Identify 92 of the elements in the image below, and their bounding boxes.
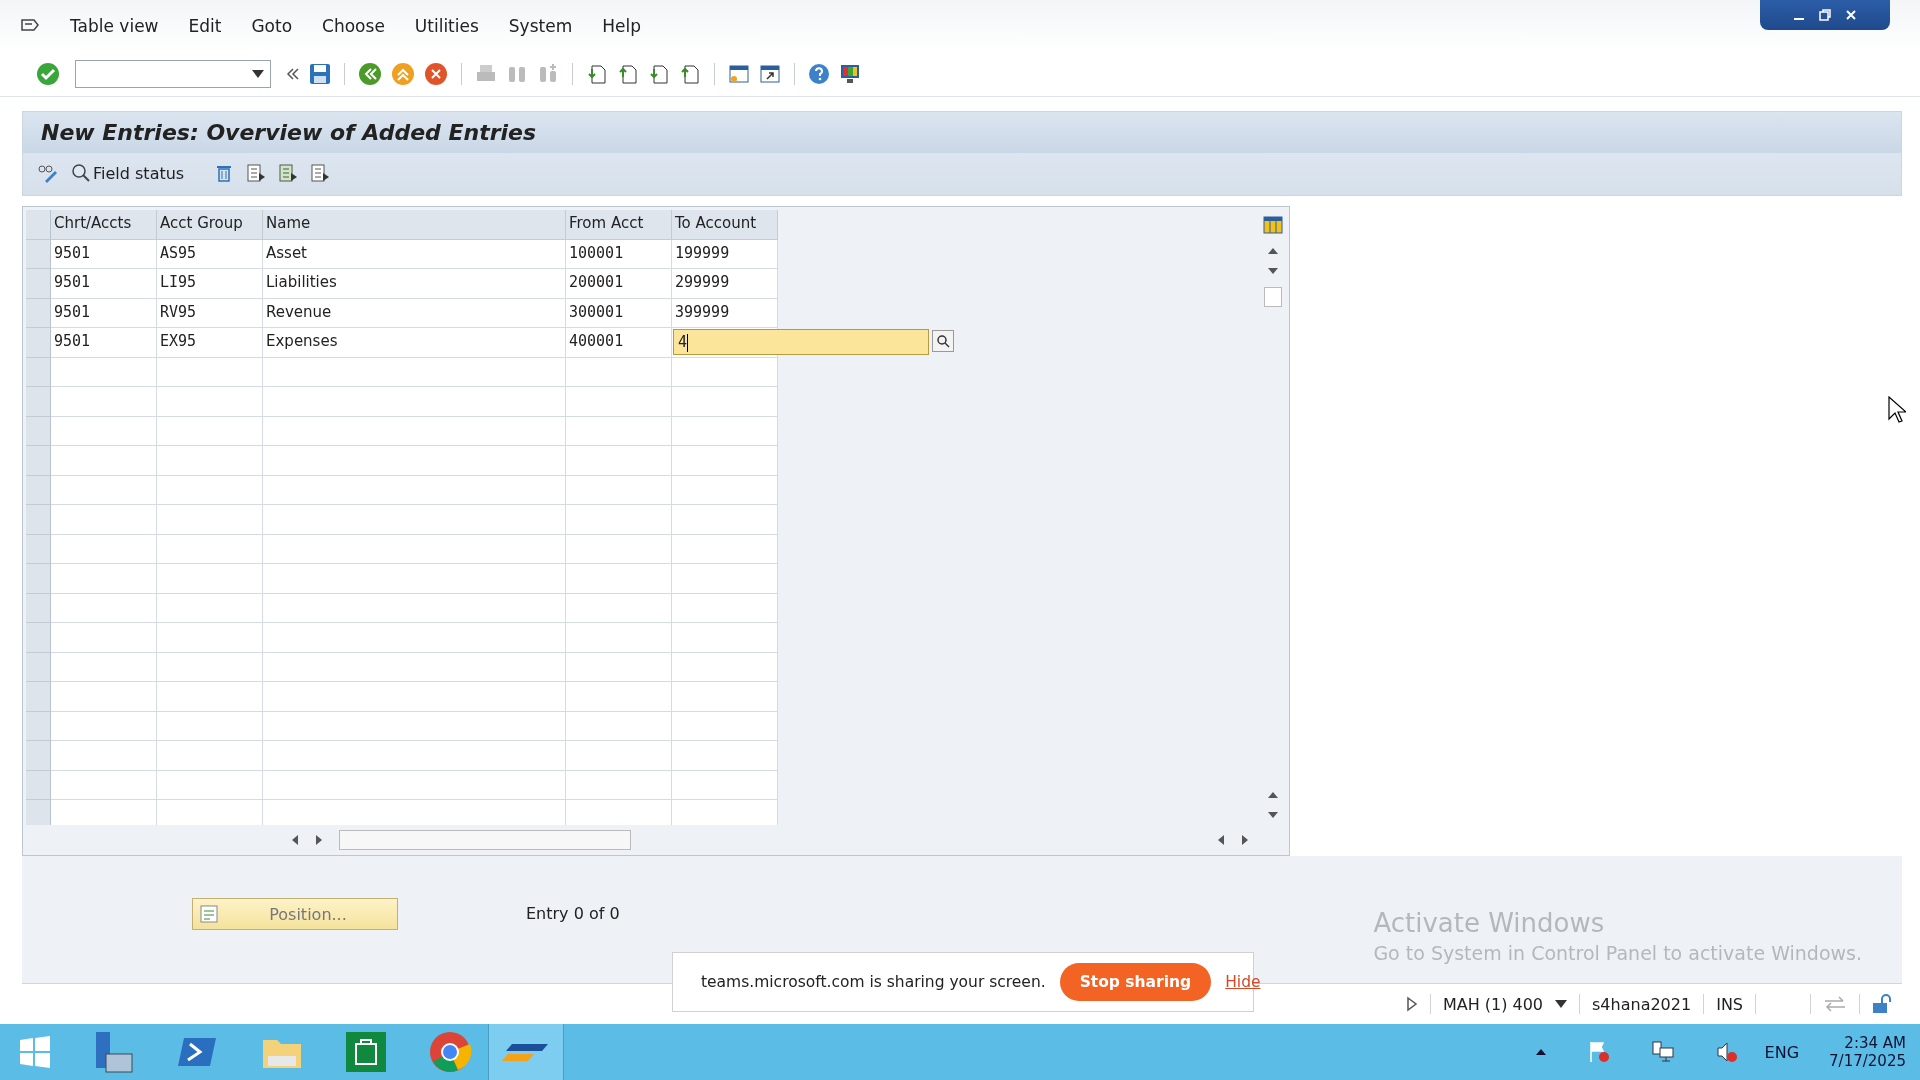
table-cell: Revenue — [263, 298, 566, 328]
table-cell: 9501 — [51, 328, 157, 358]
table-cell: Expenses — [263, 328, 566, 358]
menu-item[interactable]: Choose — [322, 16, 385, 36]
table-cell: 200001 — [566, 269, 672, 299]
transfer-arrows-icon[interactable] — [1823, 996, 1847, 1012]
menu-item[interactable]: Goto — [251, 16, 293, 36]
menu-item[interactable]: Utilities — [414, 16, 479, 36]
search-button[interactable] — [932, 330, 954, 352]
taskbar-button[interactable] — [488, 1024, 564, 1080]
padlock-icon[interactable] — [1872, 994, 1894, 1014]
share-message: teams.microsoft.com is sharing your screen. — [701, 973, 1046, 991]
input-mode: INS — [1716, 994, 1743, 1014]
input-field[interactable]: 4 — [673, 329, 929, 355]
entry-count: Entry 0 of 0 — [526, 904, 620, 923]
column-header[interactable]: Chrt/Accts — [51, 210, 157, 240]
page-arrow-icon[interactable] — [648, 63, 670, 85]
screen-title: New Entries: Overview of Added Entries — [23, 112, 1901, 153]
save-icon[interactable] — [309, 63, 331, 85]
table-cell: 399999 — [672, 298, 778, 328]
table-cell: 299999 — [672, 269, 778, 299]
play-icon[interactable] — [1405, 996, 1418, 1012]
scroll-left-icon[interactable] — [291, 834, 299, 846]
table-cell: 199999 — [672, 239, 778, 269]
position-button[interactable]: Position... — [192, 898, 398, 930]
menu-item[interactable]: System — [508, 16, 573, 36]
table-cell: AS95 — [157, 239, 263, 269]
table-cell: 9501 — [51, 239, 157, 269]
back-icon[interactable] — [358, 62, 382, 86]
activation-text: Go to System in Control Panel to activate Windows. — [1373, 942, 1862, 964]
page-arrow-icon[interactable] — [586, 63, 608, 85]
help-icon[interactable] — [808, 63, 830, 85]
menu-item[interactable]: Table view — [70, 16, 159, 36]
column-settings-icon[interactable] — [1263, 215, 1283, 235]
cancel-icon[interactable] — [424, 62, 448, 86]
page-arrow-icon[interactable] — [679, 63, 701, 85]
dropdown-icon[interactable] — [1555, 1000, 1568, 1008]
session-info[interactable]: MAH (1) 400 — [1442, 994, 1544, 1014]
table-cell: 300001 — [566, 298, 672, 328]
table-cell: 9501 — [51, 298, 157, 328]
select-rows-icon[interactable] — [278, 163, 299, 183]
network-icon[interactable] — [1650, 1040, 1675, 1064]
windows-start-icon[interactable] — [18, 1035, 52, 1069]
cursor-icon — [1888, 396, 1906, 424]
new-window-icon[interactable] — [728, 63, 750, 85]
table-cell: 400001 — [566, 328, 672, 358]
store-icon[interactable] — [344, 1030, 388, 1074]
restore-icon[interactable] — [1817, 7, 1833, 23]
menu-item[interactable]: Help — [602, 16, 641, 36]
magnifier-icon — [71, 163, 91, 183]
shortcut-window-icon[interactable] — [759, 63, 781, 85]
monitor-icon[interactable] — [839, 63, 861, 85]
column-header[interactable]: From Acct — [566, 210, 672, 240]
list-icon — [199, 904, 219, 924]
glasses-pencil-icon[interactable] — [37, 163, 59, 183]
dropdown-icon[interactable] — [252, 70, 264, 78]
field-status-button[interactable]: Field status — [71, 163, 185, 183]
scroll-right-icon[interactable] — [315, 834, 323, 846]
column-header[interactable]: Name — [263, 210, 566, 240]
table-cell: EX95 — [157, 328, 263, 358]
column-header[interactable]: To Account — [672, 210, 778, 240]
activation-title: Activate Windows — [1373, 908, 1606, 938]
scroll-up-icon[interactable] — [1267, 247, 1279, 255]
page-arrow-icon[interactable] — [617, 63, 639, 85]
select-rows-icon[interactable] — [246, 163, 267, 183]
search-icon — [936, 334, 950, 348]
table-cell: RV95 — [157, 298, 263, 328]
table-cell: LI95 — [157, 269, 263, 299]
table-cell: Asset — [263, 239, 566, 269]
scroll-down-icon[interactable] — [1267, 811, 1279, 819]
language-indicator[interactable]: ENG — [1764, 1042, 1800, 1062]
server-name: s4hana2021 — [1592, 994, 1692, 1014]
checkmark-icon[interactable] — [36, 62, 60, 86]
scroll-right-icon[interactable] — [1241, 834, 1249, 846]
chrome-icon[interactable] — [428, 1030, 472, 1074]
double-chevron-icon[interactable] — [286, 67, 300, 81]
scroll-up-icon[interactable] — [1267, 791, 1279, 799]
column-header[interactable]: Acct Group — [157, 210, 263, 240]
command-field[interactable] — [75, 60, 271, 88]
hide-link[interactable]: Hide — [1225, 973, 1261, 991]
speaker-muted-icon[interactable] — [1714, 1040, 1739, 1064]
table-cell: 100001 — [566, 239, 672, 269]
menu-item[interactable]: Edit — [188, 16, 222, 36]
select-rows-icon[interactable] — [310, 163, 331, 183]
scroll-left-icon[interactable] — [1217, 834, 1225, 846]
table-cell: Liabilities — [263, 269, 566, 299]
scroll-thumb[interactable] — [339, 830, 631, 850]
clock[interactable]: 2:34 AM 7/17/2025 — [1829, 1034, 1906, 1070]
scroll-down-icon[interactable] — [1267, 267, 1279, 275]
scroll-thumb[interactable] — [1264, 287, 1282, 307]
show-hidden-icon[interactable] — [1534, 1048, 1547, 1056]
table-cell: 9501 — [51, 269, 157, 299]
